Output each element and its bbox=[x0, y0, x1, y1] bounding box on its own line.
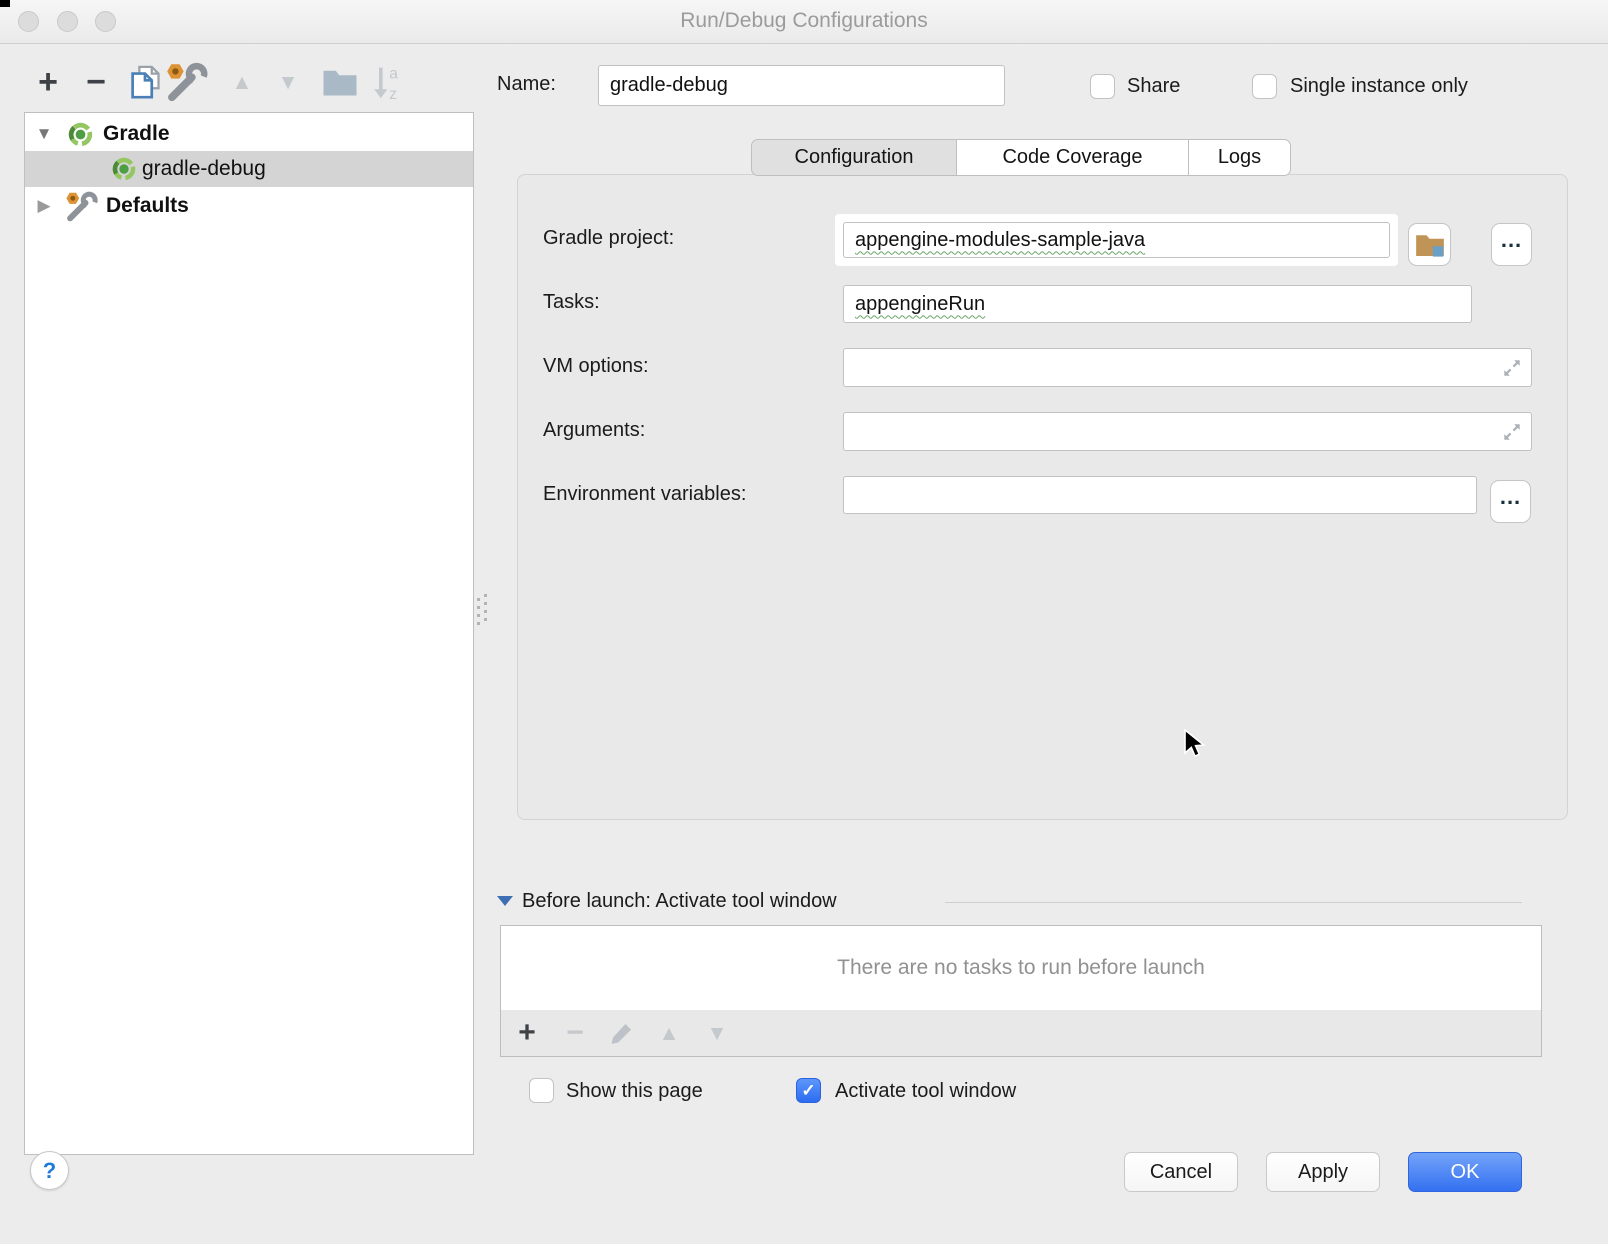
gradle-project-value: appengine-modules-sample-java bbox=[855, 229, 1145, 252]
question-mark-icon: ? bbox=[43, 1158, 56, 1184]
tab-configuration[interactable]: Configuration bbox=[751, 139, 957, 176]
edit-defaults-button[interactable] bbox=[162, 60, 210, 104]
gradle-project-input[interactable]: appengine-modules-sample-java bbox=[843, 222, 1390, 258]
plus-icon: + bbox=[38, 65, 58, 99]
create-folder-button[interactable] bbox=[320, 60, 360, 104]
ok-label: OK bbox=[1451, 1161, 1480, 1184]
before-launch-title: Before launch: Activate tool window bbox=[522, 890, 837, 913]
tab-label: Configuration bbox=[795, 146, 914, 169]
apply-label: Apply bbox=[1298, 1161, 1348, 1184]
move-task-up-button[interactable]: ▲ bbox=[653, 1010, 685, 1056]
move-down-button[interactable]: ▼ bbox=[272, 60, 304, 104]
expand-field-icon[interactable] bbox=[1501, 421, 1523, 443]
move-task-down-button[interactable]: ▼ bbox=[701, 1010, 733, 1056]
single-instance-checkbox[interactable] bbox=[1252, 74, 1277, 99]
gradle-icon bbox=[67, 121, 94, 148]
environment-variables-label: Environment variables: bbox=[543, 483, 746, 506]
tree-item-label: gradle-debug bbox=[142, 157, 266, 181]
folder-icon bbox=[322, 67, 358, 97]
show-this-page-label: Show this page bbox=[566, 1080, 703, 1103]
up-arrow-icon: ▲ bbox=[659, 1023, 680, 1044]
remove-configuration-button[interactable]: − bbox=[78, 60, 114, 104]
svg-text:z: z bbox=[389, 86, 397, 100]
up-arrow-icon: ▲ bbox=[232, 72, 253, 93]
tree-item-gradle-group[interactable]: ▼ Gradle bbox=[25, 116, 473, 152]
pencil-icon bbox=[608, 1020, 635, 1047]
name-value: gradle-debug bbox=[610, 74, 728, 97]
tree-item-defaults-group[interactable]: ▶ Defaults bbox=[25, 188, 473, 224]
tree-item-label: Gradle bbox=[103, 122, 170, 146]
section-divider bbox=[945, 902, 1522, 903]
minus-icon: − bbox=[566, 1018, 584, 1048]
tasks-label: Tasks: bbox=[543, 291, 600, 314]
name-label: Name: bbox=[497, 73, 556, 96]
activate-tool-window-label: Activate tool window bbox=[835, 1080, 1016, 1103]
gradle-project-more-button[interactable]: ... bbox=[1491, 223, 1532, 266]
cancel-label: Cancel bbox=[1150, 1161, 1212, 1184]
vm-options-input[interactable] bbox=[843, 348, 1532, 387]
show-this-page-checkbox[interactable] bbox=[529, 1078, 554, 1103]
gradle-project-label: Gradle project: bbox=[543, 227, 674, 250]
single-instance-label: Single instance only bbox=[1290, 75, 1468, 98]
chevron-down-icon[interactable]: ▼ bbox=[31, 124, 57, 144]
minus-icon: − bbox=[86, 65, 106, 99]
folder-picker-icon bbox=[1415, 231, 1445, 258]
move-up-button[interactable]: ▲ bbox=[226, 60, 258, 104]
share-label: Share bbox=[1127, 75, 1180, 98]
sort-configurations-button[interactable]: a z bbox=[368, 60, 408, 104]
tasks-value: appengineRun bbox=[855, 293, 985, 316]
arguments-input[interactable] bbox=[843, 412, 1532, 451]
sort-az-icon: a z bbox=[371, 64, 405, 100]
mouse-cursor bbox=[1183, 729, 1211, 761]
svg-text:a: a bbox=[389, 65, 398, 82]
tab-label: Logs bbox=[1218, 146, 1261, 169]
remove-task-button[interactable]: − bbox=[559, 1010, 591, 1056]
tree-item-gradle-debug[interactable]: gradle-debug bbox=[25, 151, 473, 187]
checkmark-icon: ✓ bbox=[801, 1081, 815, 1101]
environment-variables-input[interactable] bbox=[843, 476, 1477, 514]
edit-task-button[interactable] bbox=[605, 1010, 637, 1056]
down-arrow-icon: ▼ bbox=[278, 72, 299, 93]
ellipsis-icon: ... bbox=[1501, 240, 1522, 250]
copy-icon bbox=[128, 64, 162, 100]
expand-field-icon[interactable] bbox=[1501, 357, 1523, 379]
apply-button[interactable]: Apply bbox=[1266, 1152, 1380, 1192]
splitter-handle[interactable] bbox=[476, 586, 489, 632]
screenshot-corner-artifact bbox=[0, 0, 10, 7]
copy-configuration-button[interactable] bbox=[126, 60, 164, 104]
name-input[interactable]: gradle-debug bbox=[598, 65, 1005, 106]
down-arrow-icon: ▼ bbox=[707, 1023, 728, 1044]
run-debug-configurations-dialog: Run/Debug Configurations + − ▲ bbox=[0, 0, 1608, 1244]
collapse-before-launch-icon[interactable] bbox=[497, 896, 513, 906]
add-configuration-button[interactable]: + bbox=[30, 60, 66, 104]
tab-code-coverage[interactable]: Code Coverage bbox=[956, 139, 1189, 176]
cancel-button[interactable]: Cancel bbox=[1124, 1152, 1238, 1192]
choose-gradle-project-button[interactable] bbox=[1408, 223, 1451, 266]
share-checkbox[interactable] bbox=[1090, 74, 1115, 99]
configurations-tree: ▼ Gradle gradle-debug ▶ bbox=[24, 112, 474, 1155]
ellipsis-icon: ... bbox=[1500, 497, 1521, 507]
activate-tool-window-checkbox[interactable]: ✓ bbox=[796, 1078, 821, 1103]
before-launch-tasks-list[interactable]: There are no tasks to run before launch bbox=[500, 925, 1542, 1011]
arguments-label: Arguments: bbox=[543, 419, 645, 442]
tasks-input[interactable]: appengineRun bbox=[843, 285, 1472, 323]
gradle-icon bbox=[111, 156, 137, 182]
tab-label: Code Coverage bbox=[1002, 146, 1142, 169]
tab-logs[interactable]: Logs bbox=[1188, 139, 1291, 176]
tree-item-label: Defaults bbox=[106, 194, 189, 218]
vm-options-label: VM options: bbox=[543, 355, 649, 378]
wrench-icon bbox=[164, 62, 208, 102]
ok-button[interactable]: OK bbox=[1408, 1152, 1522, 1192]
window-title: Run/Debug Configurations bbox=[0, 9, 1608, 33]
empty-tasks-message: There are no tasks to run before launch bbox=[837, 956, 1205, 980]
environment-variables-more-button[interactable]: ... bbox=[1490, 480, 1531, 523]
plus-icon: + bbox=[518, 1018, 536, 1048]
add-task-button[interactable]: + bbox=[511, 1010, 543, 1056]
wrench-icon bbox=[64, 191, 98, 222]
before-launch-toolbar: + − ▲ ▼ bbox=[500, 1010, 1542, 1057]
chevron-right-icon[interactable]: ▶ bbox=[31, 196, 57, 216]
help-button[interactable]: ? bbox=[30, 1151, 69, 1190]
titlebar: Run/Debug Configurations bbox=[0, 0, 1608, 44]
